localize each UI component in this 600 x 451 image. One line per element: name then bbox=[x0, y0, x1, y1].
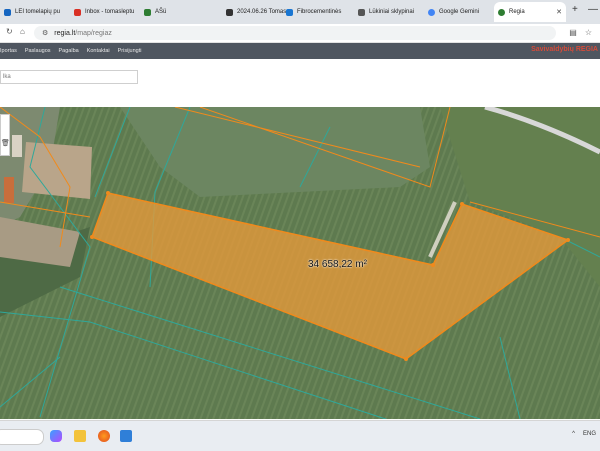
tab-lukiniai[interactable]: Lūkiniai sklypinai bbox=[354, 2, 424, 22]
nav-item-portal[interactable]: Iportas bbox=[0, 48, 17, 54]
map-search-input[interactable]: lka bbox=[0, 70, 138, 84]
home-icon[interactable]: ⌂ bbox=[20, 27, 25, 36]
site-info-icon[interactable]: ⚙ bbox=[42, 29, 48, 37]
trash-icon[interactable]: 🗑 bbox=[1, 139, 10, 147]
search-input-text: lka bbox=[3, 74, 11, 80]
tab-label: Inbox - tomasleptu bbox=[85, 9, 135, 15]
regia-favicon-icon bbox=[498, 8, 505, 16]
tab-asu[interactable]: AŠü bbox=[140, 2, 210, 22]
close-tab-icon[interactable]: ✕ bbox=[556, 8, 562, 16]
tab-label: LEI tomelapių pu bbox=[15, 9, 61, 15]
building bbox=[4, 177, 14, 203]
browser-tab-strip: LEI tomelapių pu Inbox - tomasleptu AŠü … bbox=[0, 0, 600, 24]
document-icon bbox=[358, 8, 365, 16]
tab-regia[interactable]: Regia ✕ bbox=[494, 2, 566, 22]
address-bar-row: ↻ ⌂ ⚙ regia.lt/map/regiaz ▤ ☆ bbox=[0, 24, 600, 43]
nav-item-services[interactable]: Paslaugos bbox=[25, 48, 51, 54]
address-actions: ▤ ☆ bbox=[569, 28, 592, 37]
parcel-area-label: 34 658,22 m² bbox=[308, 259, 367, 270]
tab-label: 2024.06.26 Tomas bbox=[237, 9, 287, 15]
building bbox=[12, 135, 22, 157]
tab-lei[interactable]: LEI tomelapių pu bbox=[0, 2, 70, 22]
taskbar-search[interactable] bbox=[0, 429, 44, 445]
minimize-button[interactable]: — bbox=[588, 4, 598, 15]
firefox-icon[interactable] bbox=[98, 430, 110, 442]
nav-item-login[interactable]: Prisijungti bbox=[118, 48, 142, 54]
gemini-icon bbox=[428, 8, 435, 16]
file-explorer-icon[interactable] bbox=[74, 430, 86, 442]
address-bar[interactable]: ⚙ regia.lt/map/regiaz bbox=[34, 26, 556, 40]
map-view[interactable]: 34 658,22 m² bbox=[0, 107, 600, 419]
tab-gmail[interactable]: Inbox - tomasleptu bbox=[70, 2, 140, 22]
tab-label: Google Gemini bbox=[439, 9, 480, 15]
satellite-map bbox=[0, 107, 600, 419]
reader-mode-icon[interactable]: ▤ bbox=[569, 28, 577, 37]
new-tab-button[interactable]: + bbox=[572, 4, 578, 15]
tray-chevron-icon[interactable]: ^ bbox=[572, 431, 575, 437]
tab-fibrocement[interactable]: Fibrocementinės bbox=[282, 2, 352, 22]
tab-label: Fibrocementinės bbox=[297, 9, 342, 15]
tab-label: Lūkiniai sklypinai bbox=[369, 9, 415, 15]
document-icon bbox=[226, 8, 233, 16]
favicon-icon bbox=[286, 8, 293, 16]
gmail-icon bbox=[74, 8, 81, 16]
nav-item-help[interactable]: Pagalba bbox=[59, 48, 79, 54]
tab-label: AŠü bbox=[155, 9, 167, 15]
address-path: /map/regiaz bbox=[75, 29, 112, 37]
system-tray: ^ ENG bbox=[572, 431, 596, 437]
copilot-icon[interactable] bbox=[50, 430, 62, 442]
store-icon[interactable] bbox=[120, 430, 132, 442]
brand-logo[interactable]: Savivaldybių REGIA bbox=[531, 46, 598, 53]
windows-taskbar: ^ ENG bbox=[0, 420, 600, 451]
tab-gemini[interactable]: Google Gemini bbox=[424, 2, 494, 22]
reload-icon[interactable]: ↻ bbox=[6, 27, 13, 36]
tab-label: Regia bbox=[509, 9, 525, 15]
map-tool-panel: 🗑 bbox=[0, 114, 10, 156]
address-host: regia.lt bbox=[54, 29, 76, 37]
language-indicator[interactable]: ENG bbox=[583, 431, 596, 437]
nav-item-contacts[interactable]: Kontaktai bbox=[87, 48, 110, 54]
site-nav-bar: Iportas Paslaugos Pagalba Kontaktai Pris… bbox=[0, 43, 600, 59]
favicon-icon bbox=[4, 8, 11, 16]
favicon-icon bbox=[144, 8, 151, 16]
bookmark-star-icon[interactable]: ☆ bbox=[585, 28, 592, 37]
